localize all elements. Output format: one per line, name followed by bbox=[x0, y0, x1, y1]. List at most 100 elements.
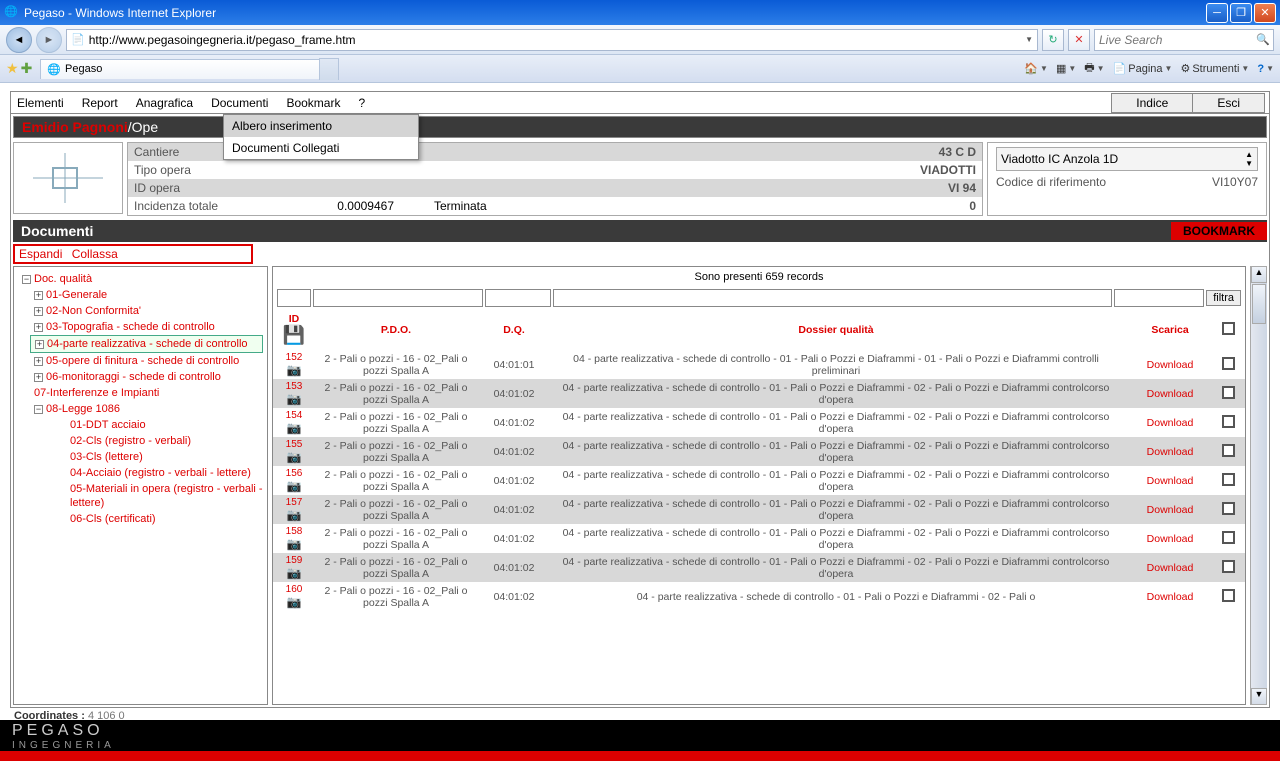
refresh-button[interactable]: ↻ bbox=[1042, 29, 1064, 51]
menu-help[interactable]: ? bbox=[356, 94, 367, 112]
row-checkbox[interactable] bbox=[1222, 531, 1235, 544]
tree-node-02[interactable]: +02-Non Conformita' bbox=[30, 303, 263, 319]
search-bar[interactable]: 🔍 bbox=[1094, 29, 1274, 51]
filter-pdo[interactable] bbox=[313, 289, 483, 307]
tree-node-08[interactable]: −08-Legge 1086 bbox=[30, 401, 263, 417]
browser-navbar: ◄ ► 📄 ▼ ↻ ✕ 🔍 bbox=[0, 25, 1280, 55]
row-checkbox[interactable] bbox=[1222, 560, 1235, 573]
select-all-checkbox[interactable] bbox=[1222, 322, 1235, 335]
download-link[interactable]: Download bbox=[1147, 591, 1194, 603]
stop-button[interactable]: ✕ bbox=[1068, 29, 1090, 51]
scroll-thumb[interactable] bbox=[1252, 284, 1266, 324]
new-tab-button[interactable] bbox=[319, 58, 339, 80]
espandi-link[interactable]: Espandi bbox=[19, 247, 62, 261]
forward-button[interactable]: ► bbox=[36, 27, 62, 53]
url-input[interactable] bbox=[89, 33, 1021, 47]
table-row[interactable]: 158📷2 - Pali o pozzi - 16 - 02_Pali o po… bbox=[273, 524, 1245, 553]
tree-node-08-06[interactable]: 06-Cls (certificati) bbox=[66, 511, 263, 527]
filter-dossier[interactable] bbox=[553, 289, 1112, 307]
minimize-button[interactable]: ─ bbox=[1206, 3, 1228, 23]
add-favorites-icon[interactable]: ✚ bbox=[21, 60, 33, 77]
print-button[interactable]: 🖶▼ bbox=[1084, 59, 1104, 78]
col-id[interactable]: ID bbox=[277, 313, 311, 325]
favorites-star-icon[interactable]: ★ bbox=[6, 60, 19, 77]
table-row[interactable]: 157📷2 - Pali o pozzi - 16 - 02_Pali o po… bbox=[273, 495, 1245, 524]
bookmark-button[interactable]: BOOKMARK bbox=[1171, 222, 1267, 240]
download-link[interactable]: Download bbox=[1147, 504, 1194, 516]
scroll-up-button[interactable]: ▲ bbox=[1251, 266, 1267, 283]
download-link[interactable]: Download bbox=[1147, 388, 1194, 400]
help-button[interactable]: ?▼ bbox=[1257, 63, 1274, 75]
tree-node-08-03[interactable]: 03-Cls (lettere) bbox=[66, 449, 263, 465]
filter-dq[interactable] bbox=[485, 289, 551, 307]
tools-menu[interactable]: ⚙Strumenti▼ bbox=[1180, 62, 1249, 75]
menu-anagrafica[interactable]: Anagrafica bbox=[134, 94, 195, 112]
tree-root[interactable]: −Doc. qualità bbox=[18, 271, 263, 287]
table-row[interactable]: 159📷2 - Pali o pozzi - 16 - 02_Pali o po… bbox=[273, 553, 1245, 582]
row-checkbox[interactable] bbox=[1222, 473, 1235, 486]
table-row[interactable]: 156📷2 - Pali o pozzi - 16 - 02_Pali o po… bbox=[273, 466, 1245, 495]
row-checkbox[interactable] bbox=[1222, 357, 1235, 370]
dropdown-albero-inserimento[interactable]: Albero inserimento bbox=[224, 115, 418, 137]
search-icon[interactable]: 🔍 bbox=[1256, 33, 1270, 46]
scroll-down-button[interactable]: ▼ bbox=[1251, 688, 1267, 705]
download-link[interactable]: Download bbox=[1147, 446, 1194, 458]
vertical-scrollbar[interactable]: ▲ ▼ bbox=[1250, 266, 1267, 705]
table-row[interactable]: 152📷2 - Pali o pozzi - 16 - 02_Pali o po… bbox=[273, 350, 1245, 379]
filtra-button[interactable]: filtra bbox=[1206, 290, 1241, 306]
tree-node-08-05[interactable]: 05-Materiali in opera (registro - verbal… bbox=[66, 481, 263, 511]
table-row[interactable]: 155📷2 - Pali o pozzi - 16 - 02_Pali o po… bbox=[273, 437, 1245, 466]
col-scarica[interactable]: Scarica bbox=[1125, 324, 1215, 336]
menu-documenti[interactable]: Documenti bbox=[209, 94, 270, 112]
row-checkbox[interactable] bbox=[1222, 444, 1235, 457]
tree-node-04[interactable]: +04-parte realizzativa - schede di contr… bbox=[30, 335, 263, 353]
close-button[interactable]: ✕ bbox=[1254, 3, 1276, 23]
section-header: Documenti BOOKMARK bbox=[13, 220, 1267, 242]
home-button[interactable]: 🏠▼ bbox=[1024, 62, 1048, 75]
col-pdo[interactable]: P.D.O. bbox=[311, 324, 481, 336]
esci-button[interactable]: Esci bbox=[1192, 93, 1265, 113]
search-input[interactable] bbox=[1099, 33, 1256, 47]
browser-tab[interactable]: 🌐 Pegaso bbox=[40, 59, 320, 79]
tree-node-05[interactable]: +05-opere di finitura - schede di contro… bbox=[30, 353, 263, 369]
table-row[interactable]: 160📷2 - Pali o pozzi - 16 - 02_Pali o po… bbox=[273, 582, 1245, 611]
download-link[interactable]: Download bbox=[1147, 562, 1194, 574]
col-dossier[interactable]: Dossier qualità bbox=[547, 324, 1125, 336]
grid-body[interactable]: 152📷2 - Pali o pozzi - 16 - 02_Pali o po… bbox=[273, 350, 1245, 704]
table-row[interactable]: 153📷2 - Pali o pozzi - 16 - 02_Pali o po… bbox=[273, 379, 1245, 408]
menu-report[interactable]: Report bbox=[80, 94, 120, 112]
opera-select[interactable]: Viadotto IC Anzola 1D▲▼ bbox=[996, 147, 1258, 171]
download-link[interactable]: Download bbox=[1147, 533, 1194, 545]
back-button[interactable]: ◄ bbox=[6, 27, 32, 53]
download-link[interactable]: Download bbox=[1147, 359, 1194, 371]
tree-node-08-04[interactable]: 04-Acciaio (registro - verbali - lettere… bbox=[66, 465, 263, 481]
dropdown-documenti-collegati[interactable]: Documenti Collegati bbox=[224, 137, 418, 159]
table-row[interactable]: 154📷2 - Pali o pozzi - 16 - 02_Pali o po… bbox=[273, 408, 1245, 437]
feeds-button[interactable]: ▦▼ bbox=[1056, 62, 1076, 75]
collassa-link[interactable]: Collassa bbox=[72, 247, 118, 261]
row-checkbox[interactable] bbox=[1222, 415, 1235, 428]
row-checkbox[interactable] bbox=[1222, 502, 1235, 515]
address-bar[interactable]: 📄 ▼ bbox=[66, 29, 1038, 51]
page-menu[interactable]: 📄Pagina▼ bbox=[1113, 62, 1173, 75]
tree-node-06[interactable]: +06-monitoraggi - schede di controllo bbox=[30, 369, 263, 385]
tree-node-07[interactable]: 07-Interferenze e Impianti bbox=[30, 385, 263, 401]
url-dropdown-icon[interactable]: ▼ bbox=[1025, 35, 1033, 44]
filter-scarica[interactable] bbox=[1114, 289, 1204, 307]
tree-node-08-01[interactable]: 01-DDT acciaio bbox=[66, 417, 263, 433]
tree-panel[interactable]: −Doc. qualità +01-Generale +02-Non Confo… bbox=[13, 266, 268, 705]
tree-node-08-02[interactable]: 02-Cls (registro - verbali) bbox=[66, 433, 263, 449]
tree-node-03[interactable]: +03-Topografia - schede di controllo bbox=[30, 319, 263, 335]
indice-button[interactable]: Indice bbox=[1111, 93, 1193, 113]
download-link[interactable]: Download bbox=[1147, 475, 1194, 487]
col-dq[interactable]: D.Q. bbox=[481, 324, 547, 336]
maximize-button[interactable]: ❐ bbox=[1230, 3, 1252, 23]
row-checkbox[interactable] bbox=[1222, 589, 1235, 602]
menu-bookmark[interactable]: Bookmark bbox=[284, 94, 342, 112]
download-link[interactable]: Download bbox=[1147, 417, 1194, 429]
row-checkbox[interactable] bbox=[1222, 386, 1235, 399]
row-pdo: 2 - Pali o pozzi - 16 - 02_Pali o pozzi … bbox=[311, 498, 481, 522]
menu-elementi[interactable]: Elementi bbox=[15, 94, 66, 112]
filter-id[interactable] bbox=[277, 289, 311, 307]
tree-node-01[interactable]: +01-Generale bbox=[30, 287, 263, 303]
